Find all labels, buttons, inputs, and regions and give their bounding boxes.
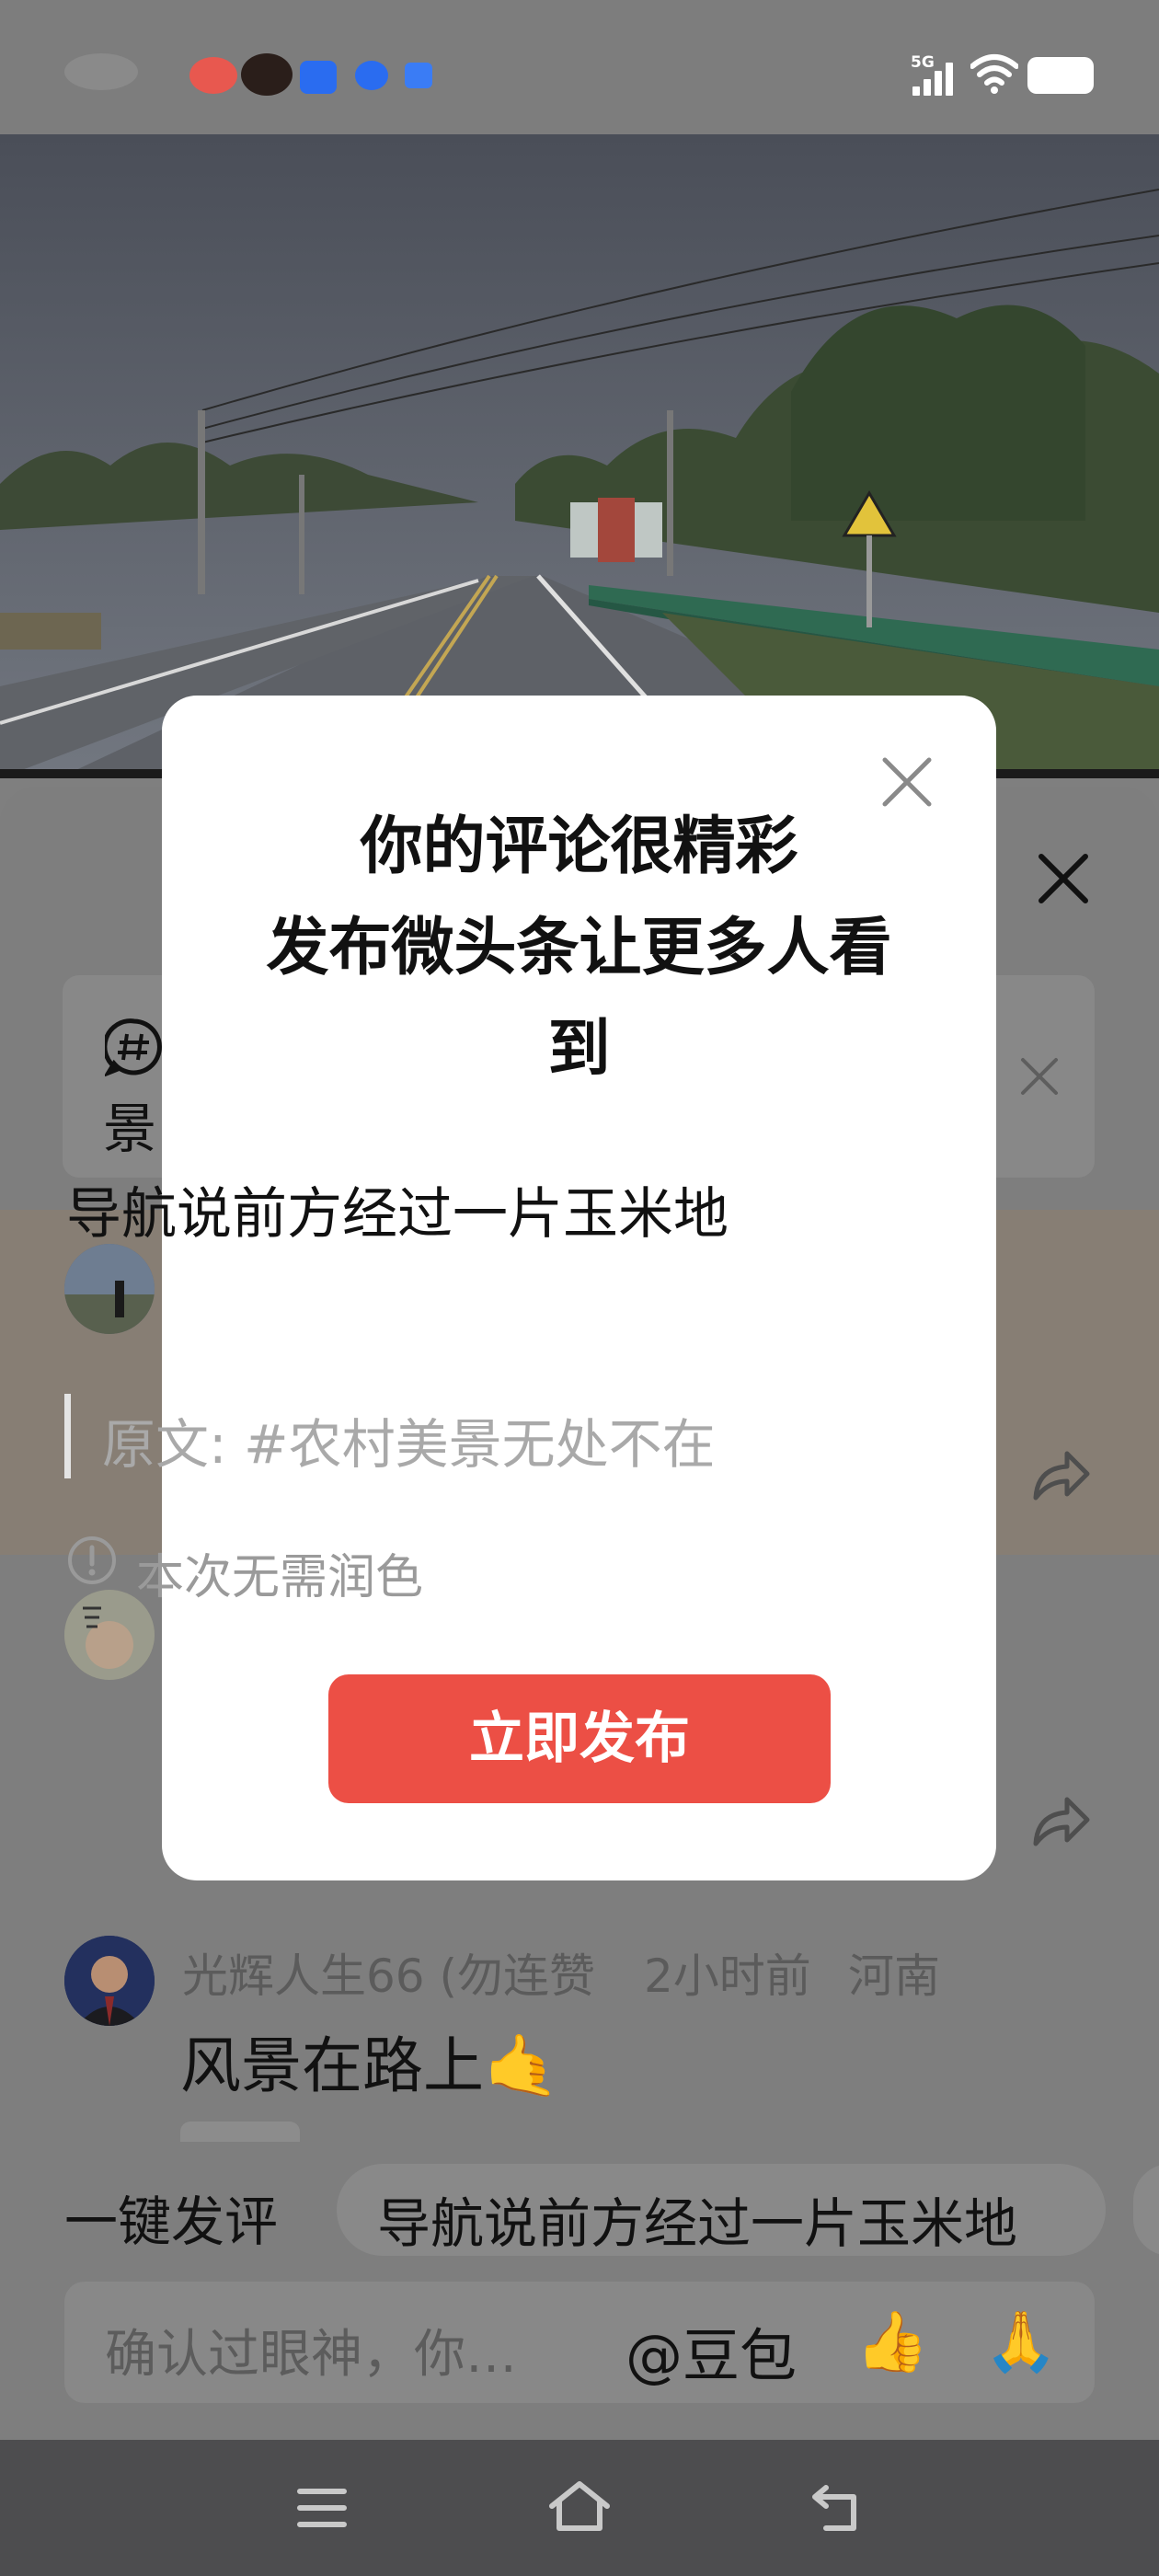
share-icon[interactable] — [1028, 1788, 1093, 1853]
video-player[interactable] — [0, 134, 1159, 778]
comment-input-placeholder: 确认过眼神，你… — [105, 2325, 517, 2385]
reply-chip[interactable] — [180, 2122, 300, 2142]
dialog-title-line: 你的评论很精彩 — [360, 811, 798, 883]
notification-icon — [241, 53, 293, 96]
system-nav-bar — [0, 2440, 1159, 2576]
original-quote-text: 原文: #农村美景无处不在 — [102, 1413, 716, 1476]
quick-comment-label: 一键发评 — [64, 2191, 279, 2253]
blurred-text — [64, 53, 138, 90]
dialog-title-line: 到 — [547, 1013, 611, 1086]
comment-input[interactable]: 确认过眼神，你… @豆包 👍 🙏 — [64, 2282, 1095, 2403]
publish-now-button[interactable]: 立即发布 — [328, 1674, 831, 1803]
wifi-icon — [970, 54, 1018, 94]
dialog-title: 你的评论很精彩 发布微头条让更多人看 到 — [162, 797, 996, 1100]
dismiss-topic-icon[interactable] — [1019, 1056, 1060, 1097]
comment-location: 河南 — [848, 1949, 940, 2003]
dialog-title-line: 发布微头条让更多人看 — [266, 912, 892, 984]
topic-text: 景 — [103, 1098, 157, 1160]
home-icon[interactable] — [546, 2478, 613, 2534]
notification-icon — [189, 57, 237, 94]
thumbs-up-emoji-button[interactable]: 👍 — [855, 2307, 929, 2376]
avatar[interactable] — [64, 1936, 155, 2026]
comment-text: 风景在路上🤙 — [180, 2030, 560, 2101]
notification-icon — [355, 61, 388, 90]
comment-time: 2小时前 — [644, 1949, 811, 2003]
menu-icon[interactable] — [296, 2486, 348, 2530]
status-bar: 5G — [0, 0, 1159, 134]
back-icon[interactable] — [808, 2480, 866, 2534]
original-quote: 原文: #农村美景无处不在 — [64, 1394, 770, 1478]
topic-hashtag-icon — [105, 1018, 162, 1076]
battery-icon — [1027, 57, 1094, 94]
info-icon — [68, 1536, 116, 1584]
close-sheet-icon[interactable] — [1036, 851, 1091, 906]
comment-username[interactable]: 光辉人生66 (勿连赞 — [182, 1939, 595, 2006]
call-me-hand-emoji: 🤙 — [484, 2030, 560, 2101]
share-icon[interactable] — [1028, 1443, 1093, 1507]
quick-comment-suggestion[interactable]: 导航说前方经过一片玉米地 — [337, 2164, 1106, 2256]
road-scene-image — [0, 134, 1159, 778]
notification-icon — [405, 63, 432, 88]
folded-hands-emoji-button[interactable]: 🙏 — [984, 2307, 1058, 2376]
mention-doubao-button[interactable]: @豆包 — [625, 2309, 797, 2392]
comment-preview-text: 导航说前方经过一片玉米地 — [66, 1182, 729, 1247]
notification-icon — [300, 61, 337, 94]
notice-text: 本次无需润色 — [136, 1550, 424, 1605]
signal-5g-icon: 5G — [911, 53, 957, 96]
